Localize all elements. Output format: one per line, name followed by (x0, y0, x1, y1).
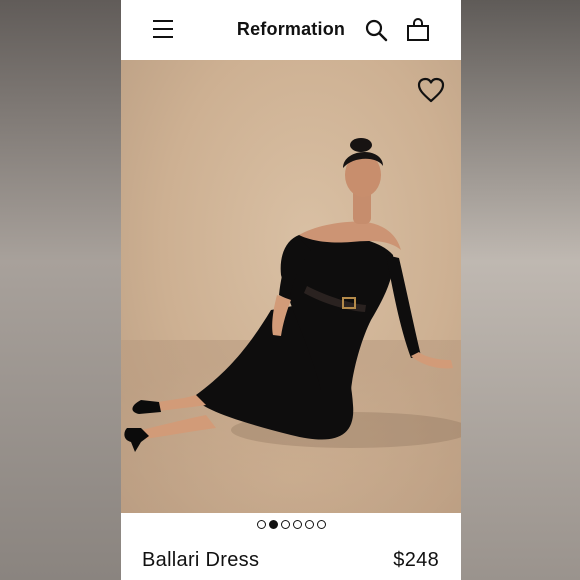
image-pagination-dots (121, 520, 461, 532)
heart-outline-icon[interactable] (417, 77, 445, 103)
pagination-dot[interactable] (280, 520, 290, 529)
product-name: Ballari Dress (142, 549, 260, 571)
pagination-dot[interactable] (316, 520, 326, 529)
blurred-backdrop-right (461, 0, 580, 580)
product-price: $248 (393, 549, 439, 571)
pagination-dot[interactable] (304, 520, 314, 529)
pagination-dot[interactable] (292, 520, 302, 529)
product-image[interactable] (121, 60, 461, 513)
shopping-bag-icon[interactable] (406, 18, 430, 42)
menu-icon[interactable] (153, 20, 173, 38)
blurred-backdrop-left (0, 0, 121, 580)
pagination-dot-active[interactable] (268, 520, 278, 529)
product-screen: Reformation Ballari Dress $248 (121, 0, 461, 580)
pagination-dot[interactable] (256, 520, 266, 529)
product-photo-illustration (121, 138, 461, 513)
search-icon[interactable] (364, 18, 388, 42)
top-nav-bar: Reformation (121, 0, 461, 60)
